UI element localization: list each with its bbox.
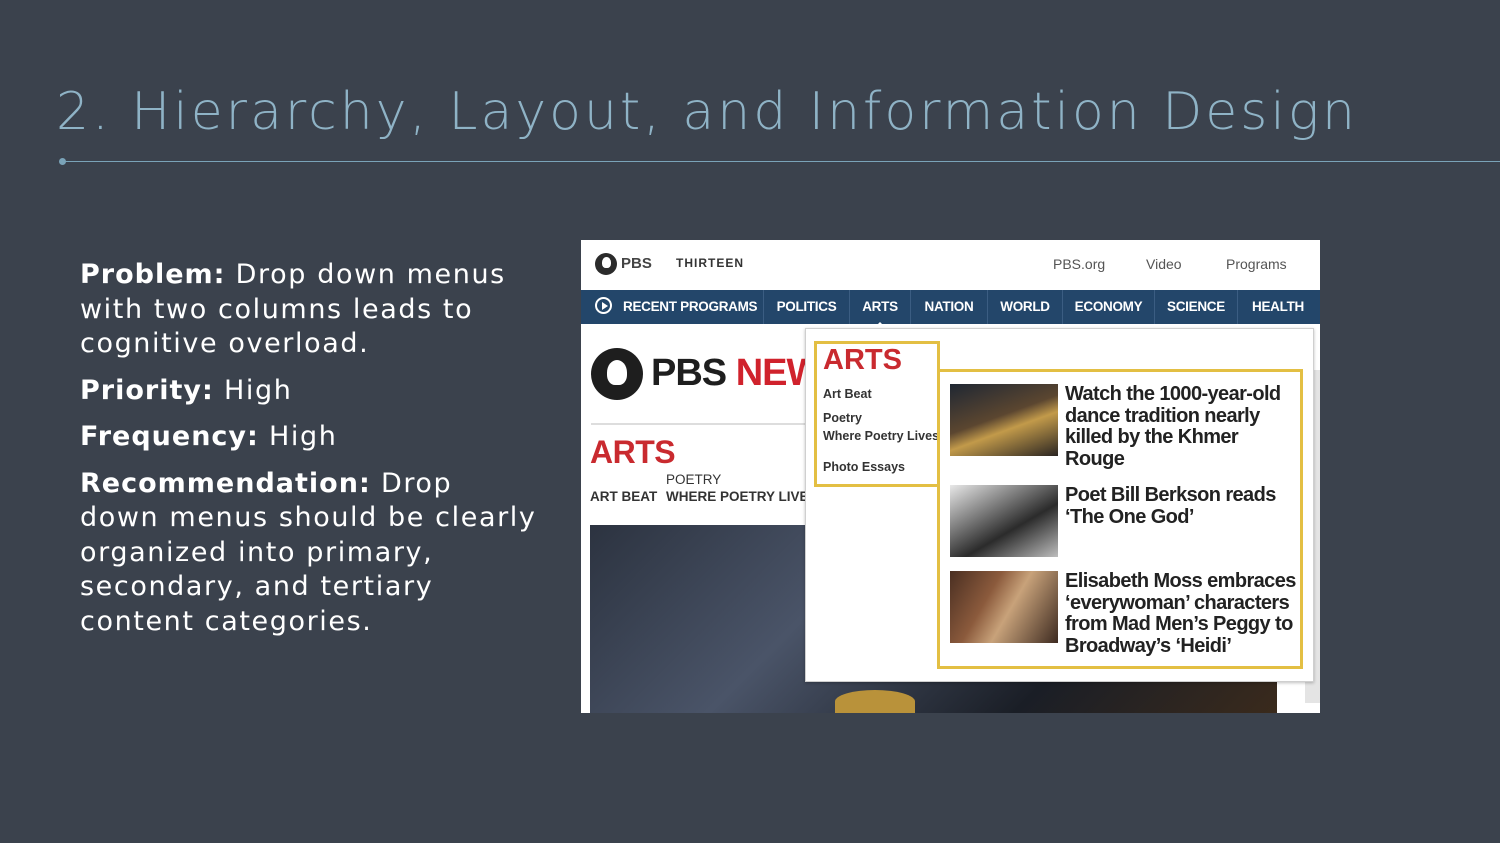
main-nav: RECENT PROGRAMS POLITICS ARTS NATION WOR… — [581, 290, 1320, 324]
nav-economy[interactable]: ECONOMY — [1063, 290, 1155, 324]
priority-text: High — [223, 374, 293, 406]
dropdown-link-art-beat[interactable]: Art Beat — [823, 387, 872, 401]
link-programs[interactable]: Programs — [1226, 256, 1287, 272]
priority-label: Priority: — [80, 374, 214, 406]
frequency-label: Frequency: — [80, 421, 259, 452]
dropdown-stories-column: Watch the 1000-year-old dance tradition … — [937, 369, 1303, 669]
arts-dropdown-menu: ARTS Art Beat Poetry Where Poetry Lives … — [805, 328, 1314, 682]
station-name[interactable]: THIRTEEN — [676, 256, 744, 270]
dropdown-link-where-poetry-lives[interactable]: Where Poetry Lives — [823, 429, 939, 443]
priority-paragraph: Priority: High — [80, 374, 540, 409]
slide-title: 2. Hierarchy, Layout, and Information De… — [56, 82, 1358, 142]
story-thumbnail[interactable] — [950, 384, 1058, 456]
frequency-text: High — [269, 421, 338, 452]
subnav-art-beat[interactable]: ART BEAT — [590, 489, 657, 504]
nav-science[interactable]: SCIENCE — [1155, 290, 1238, 324]
subnav-where-poetry-lives[interactable]: WHERE POETRY LIVES — [666, 489, 818, 504]
dropdown-link-photo-essays[interactable]: Photo Essays — [823, 460, 905, 474]
recommendation-label: Recommendation: — [80, 467, 371, 499]
content-divider — [591, 423, 811, 425]
nav-politics[interactable]: POLITICS — [764, 290, 850, 324]
pbs-head-icon[interactable] — [595, 253, 617, 275]
pbs-newshour-screenshot: PBS THIRTEEN PBS.org Video Programs RECE… — [581, 240, 1320, 713]
pbs-newshour-logo-icon[interactable] — [591, 348, 643, 400]
link-video[interactable]: Video — [1146, 256, 1182, 272]
recommendation-paragraph: Recommendation: Drop down menus should b… — [80, 467, 540, 640]
nav-arts[interactable]: ARTS — [850, 290, 911, 324]
section-title: ARTS — [590, 434, 676, 470]
title-rule — [62, 161, 1500, 162]
site-top-bar: PBS THIRTEEN PBS.org Video Programs — [581, 240, 1320, 290]
story-title[interactable]: Watch the 1000-year-old dance tradition … — [1065, 383, 1300, 470]
frequency-paragraph: Frequency: High — [80, 420, 540, 455]
pbs-logo-text[interactable]: PBS — [621, 255, 652, 272]
subnav-poetry[interactable]: POETRY — [666, 472, 721, 487]
story-title[interactable]: Poet Bill Berkson reads ‘The One God’ — [1065, 484, 1300, 528]
problem-label: Problem: — [80, 259, 226, 290]
hero-headdress-detail — [835, 690, 915, 713]
logo-pbs-text: PBS — [651, 352, 727, 394]
story-thumbnail[interactable] — [950, 485, 1058, 557]
dropdown-primary-column: ARTS Art Beat Poetry Where Poetry Lives … — [814, 341, 940, 487]
dropdown-link-poetry[interactable]: Poetry — [823, 411, 862, 425]
nav-health[interactable]: HEALTH — [1238, 290, 1318, 324]
nav-nation[interactable]: NATION — [911, 290, 988, 324]
link-pbs-org[interactable]: PBS.org — [1053, 256, 1105, 272]
problem-paragraph: Problem: Drop down menus with two column… — [80, 258, 540, 362]
dropdown-heading[interactable]: ARTS — [823, 344, 902, 377]
nav-recent-programs-label: RECENT PROGRAMS — [623, 299, 758, 314]
nav-world[interactable]: WORLD — [988, 290, 1063, 324]
pbs-newshour-logo[interactable]: PBS NEW — [651, 352, 822, 395]
nav-recent-programs[interactable]: RECENT PROGRAMS — [581, 290, 764, 324]
story-title[interactable]: Elisabeth Moss embraces ‘everywoman’ cha… — [1065, 570, 1300, 657]
findings-panel: Problem: Drop down menus with two column… — [80, 258, 540, 651]
play-circle-icon — [595, 297, 612, 314]
story-thumbnail[interactable] — [950, 571, 1058, 643]
